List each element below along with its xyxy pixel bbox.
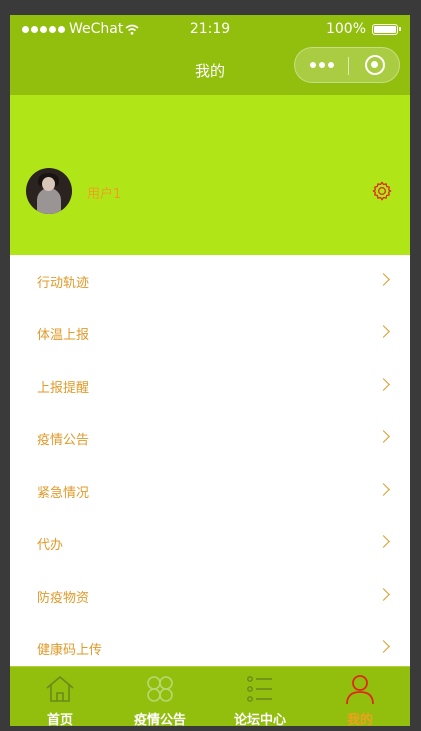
- chevron-right-icon: [377, 640, 390, 653]
- menu-item-label: 代办: [37, 538, 64, 553]
- nav-bar: 我的: [10, 43, 410, 95]
- battery-percent: 100%: [325, 21, 366, 37]
- tab-profile[interactable]: 我的: [310, 667, 410, 726]
- menu-item-temperature[interactable]: 体温上报: [10, 307, 410, 359]
- home-icon: [46, 676, 74, 702]
- menu-item-supplies[interactable]: 防疫物资: [10, 570, 410, 622]
- grid-icon: [147, 676, 173, 702]
- menu-item-label: 紧急情况: [37, 486, 90, 501]
- status-right: 100%: [325, 21, 401, 37]
- avatar-body: [37, 188, 61, 214]
- tab-label: 论坛中心: [233, 713, 286, 726]
- menu-item-track[interactable]: 行动轨迹: [10, 255, 410, 307]
- user-icon: [346, 675, 374, 705]
- tab-label: 疫情公告: [133, 713, 186, 726]
- chevron-right-icon: [377, 325, 390, 338]
- phone-screen: WeChat 21:19 100% 我的 用户1 行动轨迹 体温上报 上报提醒 …: [10, 15, 410, 726]
- tab-label: 我的: [346, 713, 373, 726]
- menu-item-label: 疫情公告: [37, 433, 90, 448]
- avatar-face: [42, 177, 55, 191]
- chevron-right-icon: [377, 430, 390, 443]
- profile-header: 用户1: [10, 95, 410, 255]
- list-icon: [247, 676, 272, 702]
- capsule-divider: [348, 57, 349, 75]
- tab-home[interactable]: 首页: [10, 667, 110, 726]
- miniprogram-capsule: [294, 47, 400, 83]
- tab-forum[interactable]: 论坛中心: [210, 667, 310, 726]
- menu-item-label: 健康码上传: [37, 643, 103, 658]
- chevron-right-icon: [377, 588, 390, 601]
- tab-label: 首页: [46, 713, 73, 726]
- menu-item-todo[interactable]: 代办: [10, 517, 410, 569]
- menu-list: 行动轨迹 体温上报 上报提醒 疫情公告 紧急情况 代办 防疫物资 健康码上传: [10, 255, 410, 666]
- menu-item-label: 行动轨迹: [37, 276, 90, 291]
- tab-announcements[interactable]: 疫情公告: [110, 667, 210, 726]
- more-options-icon[interactable]: [295, 48, 348, 82]
- chevron-right-icon: [377, 535, 390, 548]
- chevron-right-icon: [377, 273, 390, 286]
- chevron-right-icon: [377, 378, 390, 391]
- close-miniprogram-icon[interactable]: [365, 55, 385, 75]
- menu-item-label: 上报提醒: [37, 381, 90, 396]
- username: 用户1: [87, 187, 122, 202]
- tab-bar: 首页 疫情公告 论坛中心 我的: [10, 666, 410, 726]
- menu-item-label: 体温上报: [37, 328, 90, 343]
- battery-icon: [372, 23, 401, 35]
- status-bar: WeChat 21:19 100%: [10, 15, 410, 43]
- gear-icon[interactable]: [372, 181, 392, 201]
- avatar[interactable]: [26, 168, 72, 214]
- menu-item-report-reminder[interactable]: 上报提醒: [10, 360, 410, 412]
- menu-item-announcements[interactable]: 疫情公告: [10, 412, 410, 464]
- chevron-right-icon: [377, 483, 390, 496]
- menu-item-label: 防疫物资: [37, 591, 90, 606]
- menu-item-emergency[interactable]: 紧急情况: [10, 465, 410, 517]
